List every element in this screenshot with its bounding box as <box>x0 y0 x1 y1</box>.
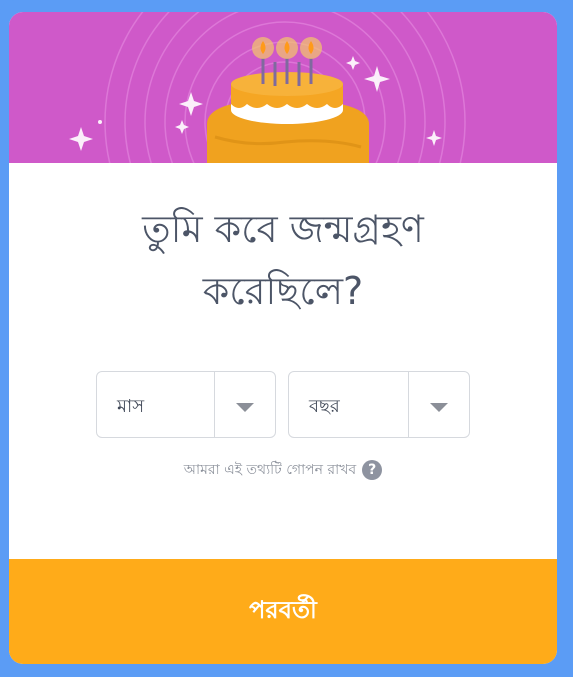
month-select[interactable]: মাস <box>96 371 276 438</box>
privacy-note: আমরা এই তথ্যটি গোপন রাখব? <box>9 458 557 482</box>
birthday-banner <box>9 12 557 163</box>
birthday-dialog: তুমি কবে জন্মগ্রহণ করেছিলে? মাস বছর আমরা… <box>9 12 557 664</box>
year-select-label: বছর <box>309 396 340 417</box>
next-button[interactable]: পরবর্তী <box>9 559 557 664</box>
cake-illustration <box>69 12 466 163</box>
page-title: তুমি কবে জন্মগ্রহণ করেছিলে? <box>9 198 557 322</box>
help-icon[interactable]: ? <box>362 460 383 480</box>
year-select[interactable]: বছর <box>288 371 470 438</box>
year-select-divider <box>408 372 409 437</box>
title-line-1: তুমি কবে জন্মগ্রহণ <box>142 207 424 251</box>
chevron-down-icon <box>236 403 254 412</box>
month-select-divider <box>214 372 215 437</box>
dialog-frame: তুমি কবে জন্মগ্রহণ করেছিলে? মাস বছর আমরা… <box>0 0 573 677</box>
month-select-label: মাস <box>117 396 145 417</box>
title-line-2: করেছিলে? <box>202 269 364 313</box>
privacy-note-text: আমরা এই তথ্যটি গোপন রাখব <box>183 462 357 478</box>
chevron-down-icon <box>430 403 448 412</box>
